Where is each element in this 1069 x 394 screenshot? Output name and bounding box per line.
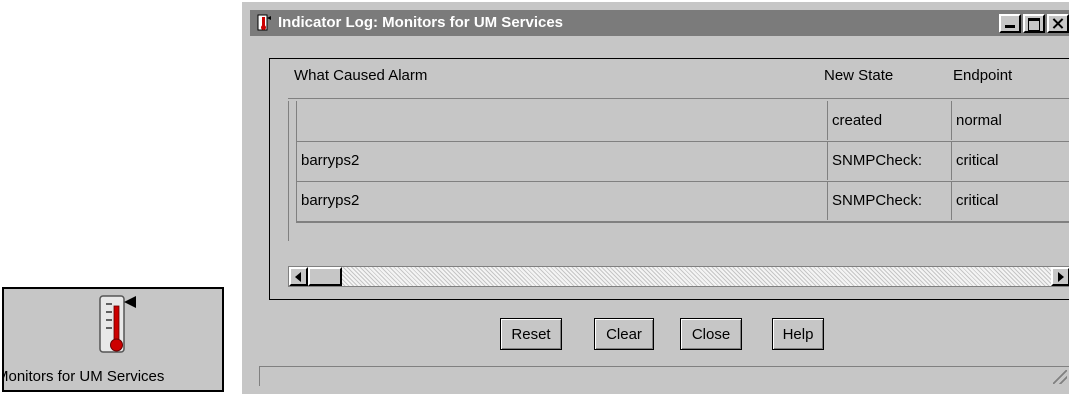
cell-new-state[interactable]: created [828,101,952,140]
cell-endpoint[interactable]: normal [952,101,1069,140]
horizontal-scrollbar[interactable] [288,266,1069,287]
minimize-icon[interactable] [999,14,1021,33]
alarm-table-panel: What Caused Alarm New State Endpoint cre… [269,58,1069,300]
scroll-right-icon[interactable] [1051,267,1069,286]
scroll-left-icon[interactable] [289,267,308,286]
cell-new-state[interactable]: SNMPCheck: [828,141,952,180]
help-button[interactable]: Help [772,318,824,350]
cell-endpoint[interactable]: critical [952,141,1069,180]
desktop-icon-label: Monitors for UM Services [2,368,165,385]
thermometer-icon[interactable] [256,14,272,32]
close-button[interactable]: Close [680,318,742,350]
window-controls [999,14,1069,33]
alarm-table-body: created normal barryps2 SNMPCheck: criti… [296,101,1069,223]
reset-button[interactable]: Reset [500,318,562,350]
cell-what-caused-alarm[interactable]: barryps2 [297,181,828,220]
maximize-icon[interactable] [1023,14,1045,33]
desktop-icon[interactable]: Monitors for UM Services [0,275,226,394]
cell-endpoint[interactable]: critical [952,181,1069,220]
cell-new-state[interactable]: SNMPCheck: [828,181,952,220]
resize-grip-icon[interactable] [1053,370,1067,384]
window-title: Indicator Log: Monitors for UM Services [278,14,564,31]
indicator-log-window: Indicator Log: Monitors for UM Services … [240,0,1069,394]
clear-button[interactable]: Clear [594,318,654,350]
cell-what-caused-alarm[interactable] [297,101,828,140]
header-divider [288,98,1069,99]
table-row[interactable]: barryps2 SNMPCheck: critical [297,141,1069,182]
scrollbar-thumb[interactable] [308,267,342,286]
alarm-table: created normal barryps2 SNMPCheck: criti… [288,101,1069,241]
table-row[interactable]: barryps2 SNMPCheck: critical [297,181,1069,222]
desktop-icon-frame[interactable]: Monitors for UM Services [2,287,224,392]
title-bar[interactable]: Indicator Log: Monitors for UM Services [250,10,1069,36]
column-header-what-caused-alarm[interactable]: What Caused Alarm [294,67,427,84]
column-header-endpoint[interactable]: Endpoint [953,67,1012,84]
status-bar [259,366,1069,386]
cell-what-caused-alarm[interactable]: barryps2 [297,141,828,180]
table-row[interactable]: created normal [297,101,1069,142]
thermometer-icon [99,295,136,353]
column-header-new-state[interactable]: New State [824,67,893,84]
close-icon[interactable] [1047,14,1069,33]
